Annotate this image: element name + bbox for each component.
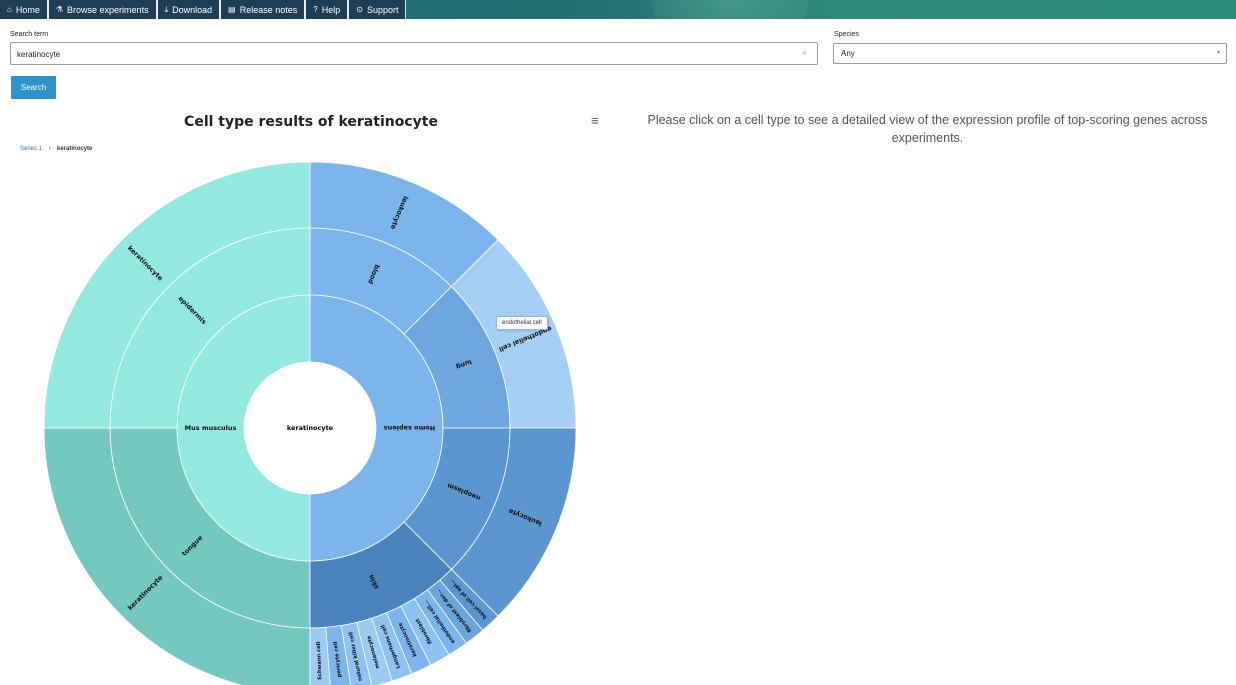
nav-help[interactable]: ? Help xyxy=(306,0,350,19)
chevron-down-icon: ▾ xyxy=(1216,50,1220,56)
header-decoration xyxy=(650,0,810,19)
info-message: Please click on a cell type to see a det… xyxy=(647,113,1208,145)
species-label: Species xyxy=(834,31,859,38)
nav-help-label: Help xyxy=(321,4,341,15)
nav-support[interactable]: ⊙ Support xyxy=(349,0,407,19)
search-term-label: Search term xyxy=(10,31,49,38)
nav-browse-experiments[interactable]: ⚗ Browse experiments xyxy=(48,0,158,19)
sunburst-chart[interactable]: Mus musculustonguekeratinocyteepidermisk… xyxy=(0,150,620,685)
nav-download[interactable]: ⤓ Download xyxy=(157,0,222,19)
help-icon: ? xyxy=(313,5,318,14)
chart-tooltip: endothelial cell xyxy=(496,316,548,330)
nav-home[interactable]: ⌂ Home xyxy=(0,0,49,19)
sunburst-center-label: keratinocyte xyxy=(287,424,334,432)
species-value: Any xyxy=(841,49,855,58)
sunburst-label-homo-sapiens: Homo sapiens xyxy=(384,424,436,432)
nav-release-notes-label: Release notes xyxy=(239,4,298,15)
nav-download-label: Download xyxy=(172,4,213,15)
nav-release-notes[interactable]: ▤ Release notes xyxy=(221,0,307,19)
search-button[interactable]: Search xyxy=(11,76,56,99)
top-navbar: ⌂ Home ⚗ Browse experiments ⤓ Download ▤… xyxy=(0,0,1236,19)
search-field[interactable]: × xyxy=(10,42,818,65)
clear-icon[interactable]: × xyxy=(802,48,807,58)
support-icon: ⊙ xyxy=(356,5,363,14)
nav-home-label: Home xyxy=(15,4,40,15)
notes-icon: ▤ xyxy=(228,5,236,14)
main-nav: ⌂ Home ⚗ Browse experiments ⤓ Download ▤… xyxy=(0,0,407,19)
home-icon: ⌂ xyxy=(7,5,12,14)
chart-title: Cell type results of keratinocyte xyxy=(184,114,438,130)
search-input[interactable] xyxy=(17,48,777,60)
download-icon: ⤓ xyxy=(164,4,169,14)
nav-browse-experiments-label: Browse experiments xyxy=(67,4,149,15)
chart-menu-icon[interactable]: ≡ xyxy=(591,113,599,128)
flask-icon: ⚗ xyxy=(55,5,64,14)
nav-support-label: Support xyxy=(366,4,399,15)
sunburst-label-mus-musculus: Mus musculus xyxy=(185,424,237,432)
species-select[interactable]: Any ▾ xyxy=(833,43,1227,64)
